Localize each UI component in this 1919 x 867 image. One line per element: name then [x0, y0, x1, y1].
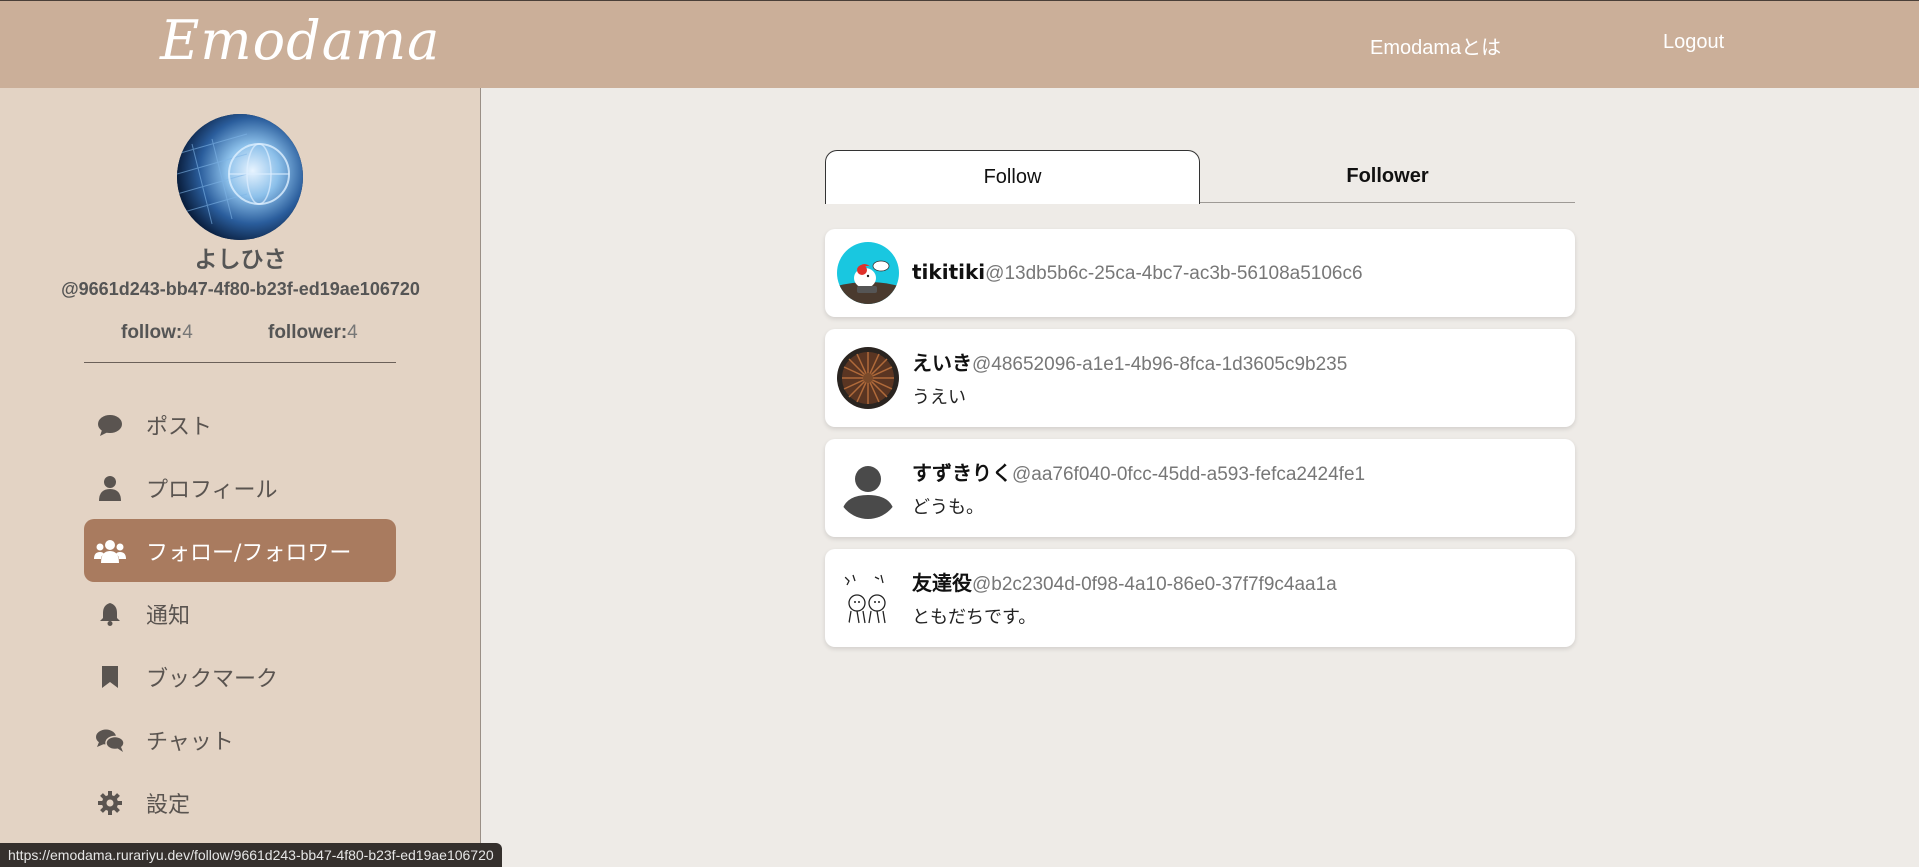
sidebar-item-notifications[interactable]: 通知 [84, 582, 396, 645]
sidebar: よしひさ @9661d243-bb47-4f80-b23f-ed19ae1067… [0, 88, 481, 867]
sidebar-item-label: フォロー/フォロワー [146, 540, 352, 566]
sidebar-menu: ポスト プロフィール フォロー/フォロワー 通知 ブックマーク チャット 設定 [84, 393, 396, 834]
user-avatar[interactable] [837, 567, 899, 629]
user-bio: どうも。 [912, 497, 984, 518]
list-item[interactable]: えいき@48652096-a1e1-4b96-8fca-1d3605c9b235… [825, 329, 1575, 427]
user-id: @aa76f040-0fcc-45dd-a593-fefca2424fe1 [1012, 464, 1366, 485]
user-avatar[interactable] [837, 457, 899, 519]
user-name: tikitiki [912, 260, 986, 284]
status-url: https://emodama.rurariyu.dev/follow/9661… [0, 843, 502, 867]
sidebar-item-label: 設定 [146, 792, 191, 818]
user-id: @13db5b6c-25ca-4bc7-ac3b-56108a5106c6 [985, 263, 1363, 284]
user-bio: うえい [912, 387, 966, 408]
about-link[interactable]: Emodamaとは [1370, 31, 1501, 60]
follower-label: follower: [268, 322, 348, 343]
user-bio: ともだちです。 [912, 607, 1037, 628]
sidebar-item-label: 通知 [146, 603, 191, 629]
gear-icon [94, 787, 126, 819]
user-name: 友達役 [912, 571, 972, 595]
follow-count[interactable]: follow:4 [121, 322, 193, 344]
logout-link[interactable]: Logout [1663, 31, 1724, 54]
sidebar-item-label: ポスト [146, 414, 213, 440]
user-name-row: えいき@48652096-a1e1-4b96-8fca-1d3605c9b235 [912, 347, 1347, 376]
user-name-row: tikitiki@13db5b6c-25ca-4bc7-ac3b-56108a5… [912, 260, 1363, 285]
bell-icon [94, 598, 126, 630]
top-header: Emodama Emodamaとは Logout [0, 0, 1919, 88]
app-logo[interactable]: Emodama [160, 9, 440, 72]
follower-count[interactable]: follower:4 [268, 322, 358, 344]
follow-tabs: Follow Follower [825, 150, 1575, 204]
chat-icon [94, 724, 126, 756]
user-avatar[interactable] [837, 242, 899, 304]
sidebar-item-label: プロフィール [146, 477, 278, 503]
user-name-row: すずきりく@aa76f040-0fcc-45dd-a593-fefca2424f… [912, 457, 1365, 486]
list-item[interactable]: tikitiki@13db5b6c-25ca-4bc7-ac3b-56108a5… [825, 229, 1575, 317]
user-icon [94, 472, 126, 504]
tab-follow[interactable]: Follow [825, 150, 1200, 204]
users-icon [94, 535, 126, 567]
sidebar-item-profile[interactable]: プロフィール [84, 456, 396, 519]
sidebar-item-label: チャット [146, 729, 234, 755]
comment-icon [94, 409, 126, 441]
user-list: tikitiki@13db5b6c-25ca-4bc7-ac3b-56108a5… [825, 229, 1575, 659]
profile-id: @9661d243-bb47-4f80-b23f-ed19ae106720 [61, 279, 420, 299]
user-name: すずきりく [912, 461, 1012, 485]
follow-label: follow: [121, 322, 183, 343]
tab-follower[interactable]: Follower [1200, 150, 1575, 203]
sidebar-item-follow[interactable]: フォロー/フォロワー [84, 519, 396, 582]
user-name-row: 友達役@b2c2304d-0f98-4a10-86e0-37f7f9c4aa1a [912, 567, 1337, 596]
bookmark-icon [94, 661, 126, 693]
profile-name: よしひさ [194, 247, 287, 273]
profile-avatar[interactable] [177, 114, 303, 240]
user-id: @48652096-a1e1-4b96-8fca-1d3605c9b235 [972, 354, 1348, 375]
sidebar-item-label: ブックマーク [146, 666, 279, 692]
follow-number: 4 [182, 322, 193, 343]
sidebar-item-settings[interactable]: 設定 [84, 771, 396, 834]
user-name: えいき [912, 351, 972, 375]
sidebar-item-bookmark[interactable]: ブックマーク [84, 645, 396, 708]
main-content: Follow Follower tikitiki@13db5b6c-25ca-4… [482, 88, 1919, 867]
sidebar-divider [84, 362, 396, 363]
user-avatar[interactable] [837, 347, 899, 409]
follower-number: 4 [347, 322, 358, 343]
sidebar-item-chat[interactable]: チャット [84, 708, 396, 771]
list-item[interactable]: 友達役@b2c2304d-0f98-4a10-86e0-37f7f9c4aa1a… [825, 549, 1575, 647]
user-id: @b2c2304d-0f98-4a10-86e0-37f7f9c4aa1a [972, 574, 1337, 595]
list-item[interactable]: すずきりく@aa76f040-0fcc-45dd-a593-fefca2424f… [825, 439, 1575, 537]
sidebar-item-post[interactable]: ポスト [84, 393, 396, 456]
